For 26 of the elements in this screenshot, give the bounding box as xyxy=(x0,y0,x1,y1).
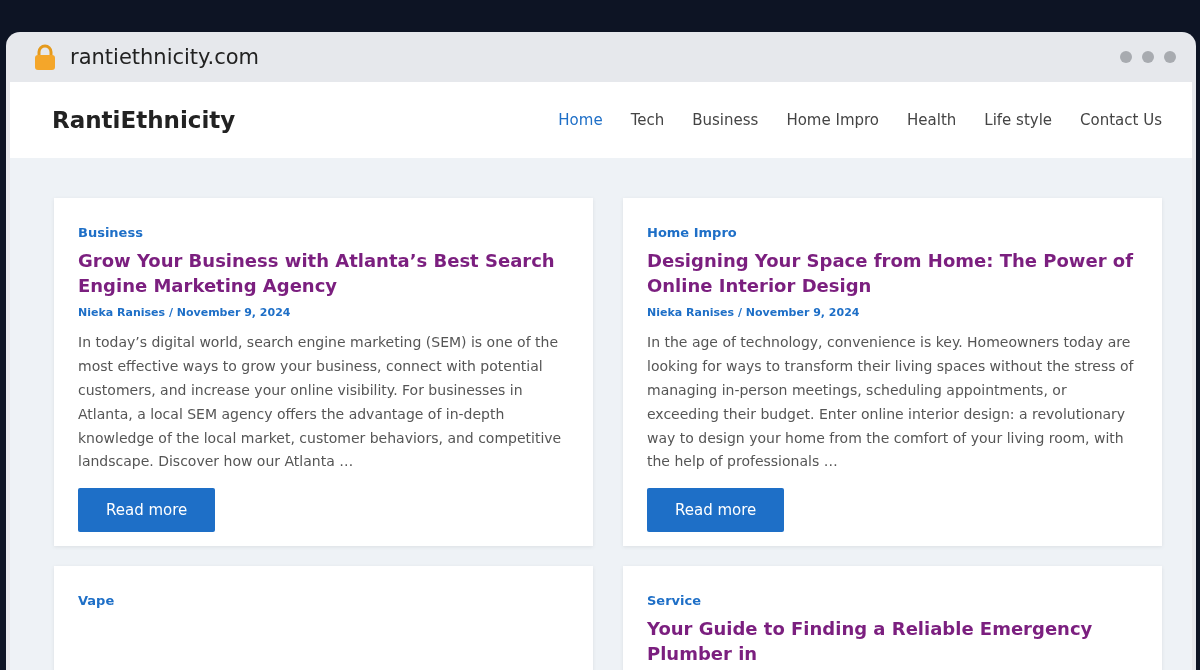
nav-link[interactable]: Home xyxy=(558,111,603,129)
category-link[interactable]: Service xyxy=(647,593,702,609)
post-meta: Nieka Ranises / November 9, 2024 xyxy=(647,306,861,320)
post-meta: Nieka Ranises / November 9, 2024 xyxy=(78,306,292,320)
category-link[interactable]: Vape xyxy=(78,593,115,609)
post-title[interactable]: Your Guide to Finding a Reliable Emergency Plumber in xyxy=(647,616,1138,667)
post-excerpt: In today’s digital world, search engine marketing (SEM) is one of the most effective ways to grow your business, connect with potential customers, and increase your online visibility. For businesses in Atlanta, a local SEM agency offers the advantage of in-depth knowledge of the local market, customer behaviors, and competitive landscape. Discover how our Atlanta … xyxy=(78,333,563,472)
nav-link[interactable]: Home Impro xyxy=(786,111,880,129)
address-text[interactable]: rantiethnicity.com xyxy=(70,45,1106,69)
lock-icon xyxy=(34,44,56,70)
post-excerpt: In the age of technology, convenience is key. Homeowners today are looking for ways to transform their living spaces without the stress of managing in-person meetings, scheduling appointments, or exceeding their budget. Enter online interior design: a revolutionary way to design your home from the comfort of your living room, with the help of professionals … xyxy=(647,333,1135,472)
read-more-button[interactable]: Read more xyxy=(647,488,785,533)
category-link[interactable]: Home Impro xyxy=(647,225,737,240)
nav-link[interactable]: Business xyxy=(692,111,759,129)
read-more-button[interactable]: Read more xyxy=(78,488,216,533)
nav-link[interactable]: Life style xyxy=(984,111,1053,129)
nav-link[interactable]: Health xyxy=(907,111,957,129)
nav-link[interactable]: Tech xyxy=(630,111,665,129)
window-dot[interactable] xyxy=(1164,51,1176,63)
category-link[interactable]: Business xyxy=(78,225,143,240)
post-title[interactable]: Designing Your Space from Home: The Power of Online Interior Design xyxy=(647,248,1138,299)
window-dot[interactable] xyxy=(1120,51,1132,63)
post-title[interactable]: Grow Your Business with Atlanta’s Best Search Engine Marketing Agency xyxy=(78,248,569,299)
window-dot[interactable] xyxy=(1142,51,1154,63)
nav-link[interactable]: Contact Us xyxy=(1080,111,1162,129)
site-logo[interactable]: RantiEthnicity xyxy=(52,107,559,133)
